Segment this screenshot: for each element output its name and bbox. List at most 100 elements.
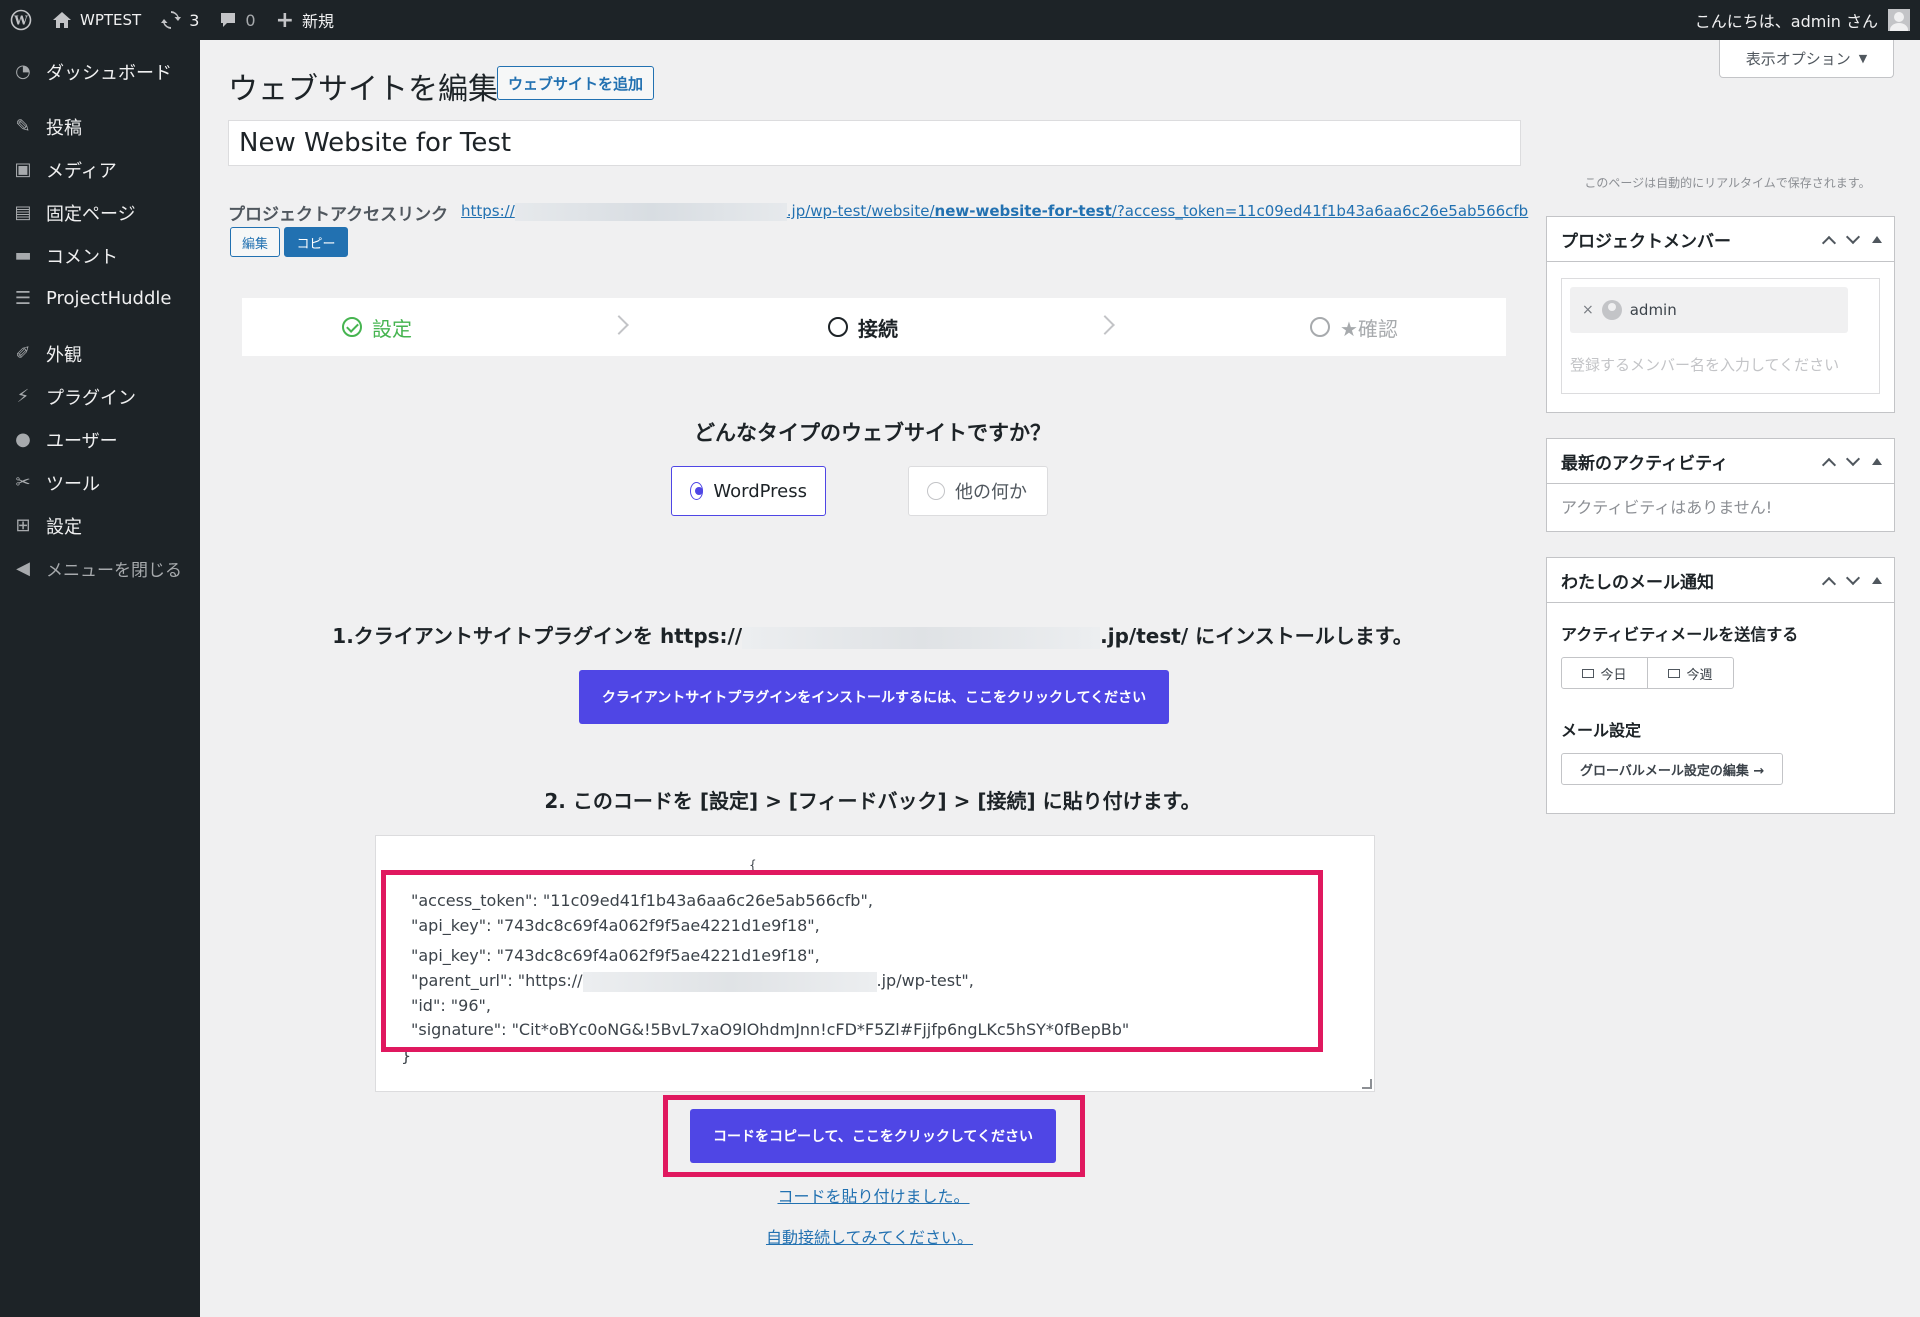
mail-settings-label: メール設定 <box>1561 721 1642 740</box>
this-week-button[interactable]: 今週 <box>1647 658 1733 688</box>
copy-code-button[interactable]: コードをコピーして、ここをクリックしてください <box>690 1109 1056 1163</box>
updates-menu[interactable]: 3 <box>151 0 209 40</box>
sidebar-item-comments[interactable]: ▬ コメント <box>0 234 200 277</box>
move-down-icon[interactable] <box>1845 451 1861 466</box>
email-notifications-box: わたしのメール通知 アクティビティメールを送信する 今日 今週 メール設定 グロ… <box>1546 557 1895 814</box>
settings-icon: ⊞ <box>15 515 31 536</box>
send-activity-label: アクティビティメールを送信する <box>1561 625 1799 644</box>
sidebar-item-appearance[interactable]: ✐ 外観 <box>0 332 200 375</box>
move-down-icon[interactable] <box>1845 229 1861 244</box>
move-up-icon[interactable] <box>1821 576 1837 591</box>
step-connect[interactable]: 接続 <box>828 298 898 356</box>
postbox-title: 最新のアクティビティ <box>1561 453 1729 474</box>
edit-link-button[interactable]: 編集 <box>230 227 280 257</box>
pin-icon: ✎ <box>15 116 31 137</box>
member-chip: × admin <box>1570 287 1848 333</box>
postbox-title: プロジェクトメンバー <box>1561 231 1731 252</box>
today-button[interactable]: 今日 <box>1562 658 1647 688</box>
screen-options-toggle[interactable]: 表示オプション ▼ <box>1719 40 1894 78</box>
step-label: ★確認 <box>1340 316 1398 341</box>
mail-icon <box>1668 668 1681 678</box>
screen-options-label: 表示オプション <box>1745 50 1851 68</box>
home-icon <box>53 12 71 28</box>
updates-count: 3 <box>189 10 200 30</box>
sidebar-item-dashboard[interactable]: ◔ ダッシュボード <box>0 50 200 93</box>
comment-icon: ▬ <box>14 245 32 266</box>
site-name-menu[interactable]: WPTEST <box>42 0 151 40</box>
step-settings[interactable]: 設定 <box>342 298 412 356</box>
sidebar-item-pages[interactable]: ▤ 固定ページ <box>0 191 200 234</box>
paste-instruction: 2. このコードを [設定] > [フィードバック] > [接続] に貼り付けま… <box>544 789 1201 813</box>
sidebar-item-settings[interactable]: ⊞ 設定 <box>0 504 200 547</box>
collapse-menu-button[interactable]: ◀ メニューを閉じる <box>0 547 200 590</box>
collapse-toggle-icon[interactable] <box>1872 458 1882 465</box>
sidebar-item-posts[interactable]: ✎ 投稿 <box>0 105 200 148</box>
step-confirm[interactable]: ★確認 <box>1310 298 1398 356</box>
site-type-wordpress-option[interactable]: WordPress <box>671 466 826 516</box>
move-down-icon[interactable] <box>1845 570 1861 585</box>
install-plugin-button[interactable]: クライアントサイトプラグインをインストールするには、ここをクリックしてください <box>579 670 1169 724</box>
site-type-other-option[interactable]: 他の何か <box>908 466 1048 516</box>
sidebar-item-projecthuddle[interactable]: ☰ ProjectHuddle <box>0 277 200 320</box>
sidebar-item-plugins[interactable]: ⚡ プラグイン <box>0 375 200 418</box>
sidebar-item-label: プラグイン <box>46 387 136 409</box>
sidebar-item-label: コメント <box>46 246 118 268</box>
edit-global-mail-settings-button[interactable]: グローバルメール設定の編集 → <box>1561 753 1784 785</box>
sidebar-item-label: メディア <box>46 160 117 182</box>
move-up-icon[interactable] <box>1821 235 1837 250</box>
website-title-input[interactable]: New Website for Test <box>228 120 1521 166</box>
wizard-steps: 設定 接続 ★確認 <box>242 298 1506 356</box>
my-account-menu[interactable]: こんにちは、admin さん <box>1695 8 1920 32</box>
add-website-button[interactable]: ウェブサイトを追加 <box>497 66 655 100</box>
site-name: WPTEST <box>80 11 142 29</box>
comment-bubble-icon <box>221 13 236 27</box>
sidebar-item-users[interactable]: ● ユーザー <box>0 418 200 461</box>
resize-handle-icon[interactable] <box>1362 1079 1372 1089</box>
sidebar-item-media[interactable]: ▣ メディア <box>0 148 200 191</box>
access-link-label: プロジェクトアクセスリンク <box>228 205 449 225</box>
member-select[interactable]: × admin 登録するメンバー名を入力してください <box>1561 278 1880 394</box>
access-link-token: /?access_token=11c09ed41f1b43a6aa6c26e5a… <box>1111 202 1529 220</box>
redacted-domain <box>514 202 787 221</box>
collapse-menu-label: メニューを閉じる <box>46 561 182 581</box>
install-instruction: 1.クライアントサイトプラグインを https:// .jp/test/ にインス… <box>200 620 1545 649</box>
collapse-toggle-icon[interactable] <box>1872 236 1882 243</box>
project-members-box: プロジェクトメンバー × admin 登録するメンバー名を入力してください <box>1546 216 1895 413</box>
code-pasted-link-text[interactable]: コードを貼り付けました。 <box>777 1187 969 1206</box>
sidebar-item-label: 設定 <box>46 516 82 538</box>
collapse-toggle-icon[interactable] <box>1872 577 1882 584</box>
comments-menu[interactable]: 0 <box>209 0 265 40</box>
admin-sidebar: ◔ ダッシュボード ✎ 投稿 ▣ メディア ▤ 固定ページ ▬ コメント ☰ P… <box>0 40 200 1317</box>
new-content-menu[interactable]: + 新規 <box>266 0 344 40</box>
avatar <box>1888 9 1910 31</box>
latest-activity-box: 最新のアクティビティ アクティビティはありません! <box>1546 438 1895 532</box>
remove-member-icon[interactable]: × <box>1582 302 1594 318</box>
sidebar-item-tools[interactable]: ✂ ツール <box>0 461 200 504</box>
option-label: WordPress <box>713 480 807 502</box>
sidebar-item-label: ユーザー <box>46 430 118 452</box>
copy-link-button[interactable]: コピー <box>284 227 348 257</box>
member-search-input[interactable]: 登録するメンバー名を入力してください <box>1570 354 1860 375</box>
highlight-box-code <box>381 870 1323 1052</box>
member-name: admin <box>1629 301 1677 319</box>
wrench-icon: ✂ <box>15 472 31 493</box>
postbox-title: わたしのメール通知 <box>1561 572 1714 593</box>
move-up-icon[interactable] <box>1821 457 1837 472</box>
plugin-icon: ⚡ <box>16 386 30 407</box>
brush-icon: ✐ <box>15 343 31 364</box>
radio-selected-icon <box>690 482 704 500</box>
greeting: こんにちは、admin さん <box>1694 12 1878 31</box>
user-icon: ● <box>15 429 31 450</box>
email-frequency-toggle: 今日 今週 <box>1561 657 1734 689</box>
wp-logo-menu[interactable]: W <box>0 0 42 40</box>
circle-icon <box>1310 317 1330 337</box>
access-link-url[interactable]: https:// .jp/wp-test/website/new-website-… <box>461 202 1528 221</box>
collapse-arrow-icon: ◀ <box>16 558 30 579</box>
main-content: ウェブサイトを編集 ウェブサイトを追加 表示オプション ▼ New Websit… <box>200 40 1920 1317</box>
media-icon: ▣ <box>14 159 32 180</box>
auto-connect-link-text[interactable]: 自動接続してみてください。 <box>766 1228 973 1247</box>
option-label: 他の何か <box>955 482 1027 503</box>
feedback-icon: ☰ <box>14 288 32 309</box>
access-link-prefix: https:// <box>461 202 515 220</box>
redacted-domain <box>742 626 1101 649</box>
